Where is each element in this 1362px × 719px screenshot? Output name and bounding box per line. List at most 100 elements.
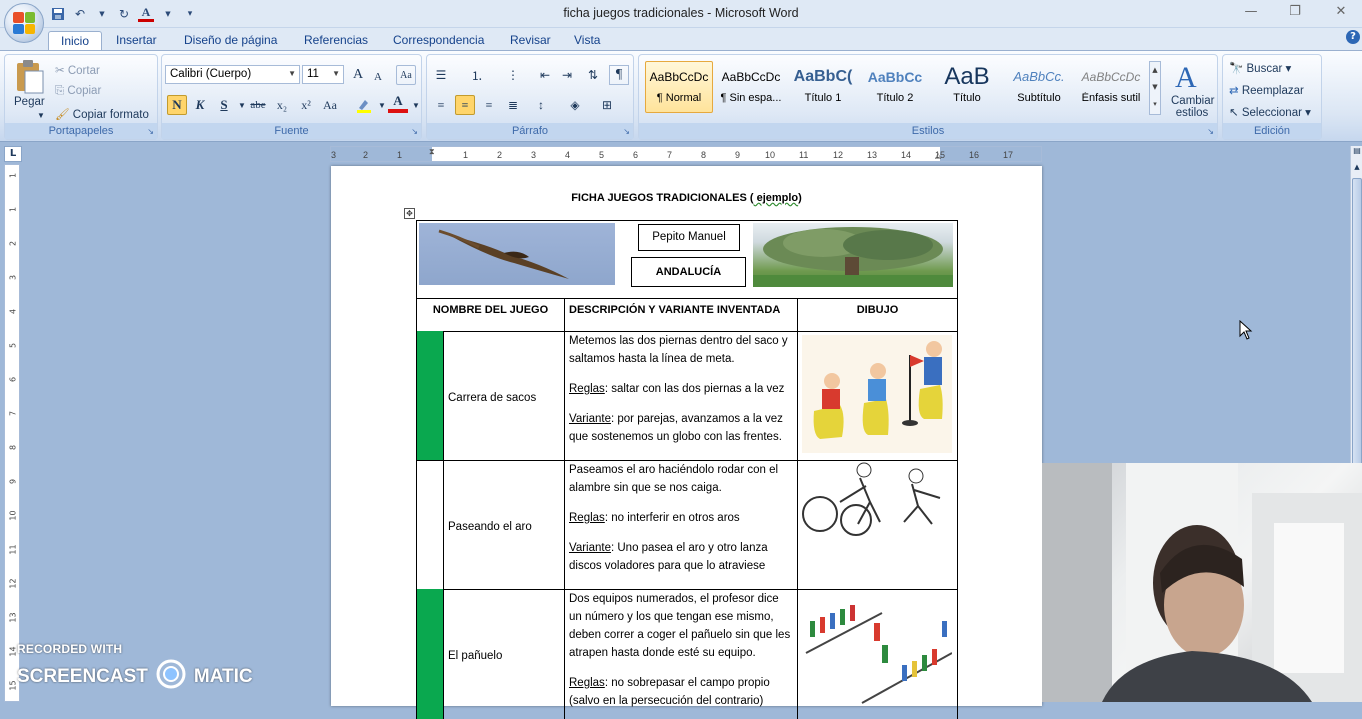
- copy-button[interactable]: ⎘ Copiar: [55, 85, 101, 98]
- eagle-image: [419, 223, 615, 285]
- ruler-tick: 11: [8, 544, 18, 555]
- style-name: ¶ Normal: [656, 92, 702, 104]
- change-styles-button[interactable]: Cambiar estilos: [1171, 95, 1214, 119]
- font-size-combo[interactable]: 11 ▼: [302, 65, 344, 84]
- horizontal-ruler[interactable]: 3 2 1 1 2 3 4 5 6 7 8 9 10 11 12 13 14 1…: [330, 146, 1042, 162]
- replace-icon: ⇄: [1229, 85, 1242, 97]
- document-page[interactable]: FICHA JUEGOS TRADICIONALES ( ejemplo) ✥ …: [331, 166, 1042, 719]
- ruler-tick: 4: [565, 150, 571, 160]
- paste-icon[interactable]: [13, 59, 45, 95]
- change-styles-icon[interactable]: A: [1169, 59, 1209, 94]
- line-spacing-icon[interactable]: ↕: [531, 95, 551, 115]
- cut-button[interactable]: ✂ Cortar: [55, 63, 100, 77]
- tab-referencias[interactable]: Referencias: [292, 31, 380, 51]
- bold-button[interactable]: N: [167, 95, 187, 115]
- tab-selector[interactable]: L: [4, 146, 22, 162]
- webcam-overlay: [1042, 463, 1362, 702]
- align-right-icon[interactable]: ≡: [479, 95, 499, 115]
- col-header-name: NOMBRE DEL JUEGO: [417, 299, 565, 331]
- style-titulo-1[interactable]: AaBbC(Título 1: [789, 61, 857, 113]
- numbering-icon[interactable]: ⒈: [467, 65, 487, 85]
- title-bar: ↶ ▼ ↻ A ▼ ▾ ficha juegos tradicionales -…: [0, 0, 1362, 28]
- styles-scroll[interactable]: ▲ ▼ ▾: [1149, 61, 1161, 115]
- green-marker: [417, 331, 444, 460]
- office-button[interactable]: [4, 3, 44, 43]
- paste-dropdown-icon[interactable]: ▼: [37, 111, 45, 120]
- align-left-icon[interactable]: ≡: [431, 95, 451, 115]
- tab-revisar[interactable]: Revisar: [498, 31, 563, 51]
- borders-icon[interactable]: ⊞: [597, 95, 617, 115]
- show-marks-icon[interactable]: ¶: [609, 65, 629, 85]
- ruler-tick: 2: [363, 150, 369, 160]
- font-group: Calibri (Cuerpo) ▼ 11 ▼ A A Aa N K S ▼ abe…: [161, 54, 422, 140]
- style-titulo[interactable]: AaB Título: [933, 61, 1001, 113]
- shrink-font-button[interactable]: A: [368, 67, 388, 87]
- ruler-tick: 12: [8, 578, 18, 589]
- tab-insertar[interactable]: Insertar: [104, 31, 169, 51]
- replace-button[interactable]: ⇄ Reemplazar: [1229, 83, 1304, 97]
- dialog-launcher-icon[interactable]: ↘: [1207, 127, 1214, 136]
- olive-tree-image: [753, 223, 953, 287]
- subscript-button[interactable]: x₂: [272, 95, 292, 115]
- game-name-cell: El pañuelo: [444, 589, 565, 719]
- font-name-combo[interactable]: Calibri (Cuerpo) ▼: [165, 65, 300, 84]
- ruler-tick: 8: [8, 444, 18, 451]
- increase-indent-icon[interactable]: ⇥: [557, 65, 577, 85]
- table-move-handle-icon[interactable]: ✥: [404, 208, 415, 219]
- style-normal[interactable]: AaBbCcDc ¶ Normal: [645, 61, 713, 113]
- minimize-button[interactable]: —: [1240, 4, 1262, 22]
- restore-button[interactable]: ❐: [1284, 4, 1306, 22]
- ruler-toggle-icon[interactable]: ▤: [1351, 146, 1362, 160]
- style-subtitulo[interactable]: AaBbCc. Subtítulo: [1005, 61, 1073, 113]
- clear-format-icon[interactable]: Aa: [396, 65, 416, 85]
- description-cell: Dos equipos numerados, el profesor dice …: [565, 589, 798, 719]
- vertical-ruler[interactable]: 1 1 2 3 4 5 6 7 8 9 10 11 12 13 14 15: [4, 164, 20, 702]
- col-header-description: DESCRIPCIÓN Y VARIANTE INVENTADA: [565, 299, 798, 331]
- chevron-down-icon[interactable]: ▼: [406, 95, 426, 115]
- align-center-icon[interactable]: ≡: [455, 95, 475, 115]
- tab-inicio[interactable]: Inicio: [48, 31, 103, 51]
- scroll-up-icon[interactable]: ▲: [1351, 160, 1362, 174]
- dialog-launcher-icon[interactable]: ↘: [623, 127, 630, 136]
- style-titulo-2[interactable]: AaBbCc Título 2: [861, 61, 929, 113]
- help-icon[interactable]: ?: [1346, 30, 1360, 44]
- indent-marker-icon[interactable]: ⧗: [429, 147, 435, 157]
- find-button[interactable]: 🔭 Buscar ▾: [1229, 61, 1291, 75]
- select-button[interactable]: ↖ Seleccionar ▾: [1229, 105, 1311, 119]
- paste-button[interactable]: Pegar: [14, 96, 45, 108]
- grow-font-button[interactable]: A: [348, 65, 368, 85]
- style-sin-espaciado[interactable]: AaBbCcDc ¶ Sin espa...: [717, 61, 785, 113]
- ruler-left-margin: [331, 147, 432, 161]
- style-enfasis-sutil[interactable]: AaBbCcDc Énfasis sutil: [1077, 61, 1145, 113]
- style-name: Título 2: [876, 92, 914, 104]
- highlight-icon[interactable]: [354, 95, 374, 115]
- ruler-tick: 7: [8, 410, 18, 417]
- ruler-tick: 13: [867, 150, 878, 160]
- ruler-tick: 3: [8, 274, 18, 281]
- dialog-launcher-icon[interactable]: ↘: [411, 127, 418, 136]
- col-header-drawing: DIBUJO: [856, 304, 899, 316]
- justify-icon[interactable]: ≣: [503, 95, 523, 115]
- format-painter-button[interactable]: 🖌 Copiar formato: [55, 107, 149, 121]
- tab-correspondencia[interactable]: Correspondencia: [381, 31, 496, 51]
- right-indent-icon[interactable]: △: [935, 151, 941, 160]
- close-button[interactable]: ✕: [1330, 4, 1352, 22]
- italic-button[interactable]: K: [190, 95, 210, 115]
- multilevel-list-icon[interactable]: ⋮: [503, 65, 523, 85]
- strikethrough-button[interactable]: abe: [248, 95, 268, 115]
- underline-button[interactable]: S: [214, 95, 234, 115]
- style-name: Título 1: [804, 92, 842, 104]
- scrollbar-thumb[interactable]: [1352, 178, 1362, 508]
- shading-icon[interactable]: ◈: [565, 95, 585, 115]
- bullets-icon[interactable]: ☰: [431, 65, 451, 85]
- decrease-indent-icon[interactable]: ⇤: [535, 65, 555, 85]
- ruler-tick: 12: [833, 150, 844, 160]
- svg-text:A: A: [1175, 61, 1197, 93]
- superscript-button[interactable]: x²: [296, 95, 316, 115]
- change-case-button[interactable]: Aa: [320, 95, 340, 115]
- tab-diseno-de-pagina[interactable]: Diseño de página: [172, 31, 289, 51]
- font-color-button[interactable]: A: [388, 93, 408, 113]
- dialog-launcher-icon[interactable]: ↘: [147, 127, 154, 136]
- sort-icon[interactable]: ⇅: [583, 65, 603, 85]
- tab-vista[interactable]: Vista: [562, 31, 612, 51]
